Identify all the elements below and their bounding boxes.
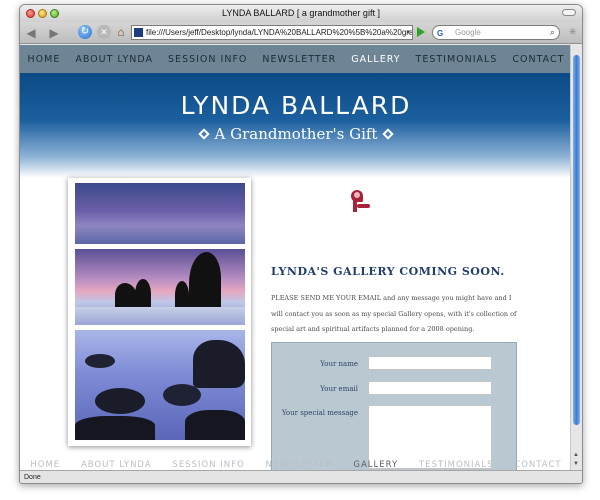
zoom-window-button[interactable] bbox=[50, 9, 59, 18]
gallery-message: PLEASE SEND ME YOUR EMAIL and any messag… bbox=[271, 294, 517, 333]
footer-nav-newsletter[interactable]: NEWSLETTER bbox=[265, 460, 332, 470]
search-engine-icon[interactable]: G bbox=[437, 27, 443, 40]
footer-nav-contact[interactable]: CONTACT bbox=[514, 460, 561, 470]
title-bar: LYNDA BALLARD [ a grandmother gift ] bbox=[20, 5, 582, 22]
message-label: Your special message bbox=[281, 409, 358, 417]
site-title: LYNDA BALLARD bbox=[180, 91, 412, 120]
footer-navigation: HOME ABOUT LYNDA SESSION INFO NEWSLETTER… bbox=[20, 459, 572, 470]
email-label: Your email bbox=[320, 385, 358, 393]
browser-toolbar: ◀ ▶ ↻ ✕ ⌂ file:///Users/jeff/Desktop/lyn… bbox=[20, 22, 582, 44]
minimize-window-button[interactable] bbox=[38, 9, 47, 18]
nav-newsletter[interactable]: NEWSLETTER bbox=[262, 54, 336, 65]
window-title: LYNDA BALLARD [ a grandmother gift ] bbox=[222, 8, 380, 18]
diamond-icon bbox=[382, 128, 395, 140]
diamond-icon bbox=[197, 128, 210, 140]
address-text: file:///Users/jeff/Desktop/lynda/LYNDA%2… bbox=[146, 28, 413, 37]
search-field[interactable]: G Google ⌕ bbox=[432, 25, 560, 40]
footer-nav-testimonials[interactable]: TESTIMONIALS bbox=[419, 460, 494, 470]
photo-sea-stacks-sunset bbox=[75, 249, 245, 325]
email-field[interactable] bbox=[368, 381, 492, 395]
browser-window: LYNDA BALLARD [ a grandmother gift ] ◀ ▶… bbox=[19, 4, 583, 484]
name-label: Your name bbox=[320, 360, 358, 368]
name-field[interactable] bbox=[368, 356, 492, 370]
tagline: A Grandmother's Gift bbox=[20, 125, 572, 143]
chevron-down-icon[interactable]: ▾ bbox=[406, 26, 410, 39]
forward-icon[interactable]: ▶ bbox=[46, 25, 62, 41]
nav-testimonials[interactable]: TESTIMONIALS bbox=[416, 54, 498, 65]
activity-icon: ✳ bbox=[568, 27, 577, 38]
back-icon[interactable]: ◀ bbox=[23, 25, 39, 41]
site-banner: LYNDA BALLARD A Grandmother's Gift bbox=[20, 73, 572, 178]
search-placeholder: Google bbox=[455, 28, 481, 37]
nav-session-info[interactable]: SESSION INFO bbox=[168, 54, 247, 65]
favicon-icon bbox=[134, 28, 143, 37]
nav-gallery[interactable]: GALLERY bbox=[351, 54, 400, 65]
footer-nav-home[interactable]: HOME bbox=[30, 460, 60, 470]
nav-contact[interactable]: CONTACT bbox=[512, 54, 564, 65]
nav-home[interactable]: HOME bbox=[28, 54, 61, 65]
photo-twilight-sky bbox=[75, 183, 245, 244]
scroll-thumb[interactable] bbox=[573, 55, 580, 425]
home-icon[interactable]: ⌂ bbox=[114, 25, 128, 39]
vertical-scrollbar[interactable]: ▲ ▼ bbox=[570, 45, 582, 470]
footer-nav-gallery[interactable]: GALLERY bbox=[353, 460, 398, 470]
gallery-photo-stack bbox=[68, 178, 251, 446]
footer-nav-session-info[interactable]: SESSION INFO bbox=[172, 460, 244, 470]
reload-icon[interactable]: ↻ bbox=[78, 25, 92, 39]
page-content: HOME ABOUT LYNDA SESSION INFO NEWSLETTER… bbox=[20, 45, 572, 470]
status-text: Done bbox=[24, 474, 41, 481]
close-window-button[interactable] bbox=[26, 9, 35, 18]
tagline-text: A Grandmother's Gift bbox=[214, 125, 378, 143]
status-bar: Done bbox=[20, 470, 582, 483]
gallery-heading: LYNDA'S GALLERY COMING SOON. bbox=[271, 265, 505, 278]
nav-about-lynda[interactable]: ABOUT LYNDA bbox=[75, 54, 153, 65]
top-navigation: HOME ABOUT LYNDA SESSION INFO NEWSLETTER… bbox=[20, 45, 572, 73]
logo-mark-icon bbox=[348, 188, 370, 214]
contact-form: Your name Your email Your special messag… bbox=[271, 342, 517, 470]
search-icon[interactable]: ⌕ bbox=[550, 26, 555, 39]
photo-misty-rocks bbox=[75, 330, 245, 440]
scroll-up-arrow-icon[interactable]: ▲ bbox=[573, 452, 579, 458]
go-button[interactable] bbox=[417, 27, 425, 37]
address-bar[interactable]: file:///Users/jeff/Desktop/lynda/LYNDA%2… bbox=[131, 25, 413, 40]
scroll-down-arrow-icon[interactable]: ▼ bbox=[573, 461, 579, 467]
toolbar-toggle-button[interactable] bbox=[562, 9, 576, 16]
footer-nav-about-lynda[interactable]: ABOUT LYNDA bbox=[81, 460, 152, 470]
stop-icon[interactable]: ✕ bbox=[97, 25, 111, 39]
